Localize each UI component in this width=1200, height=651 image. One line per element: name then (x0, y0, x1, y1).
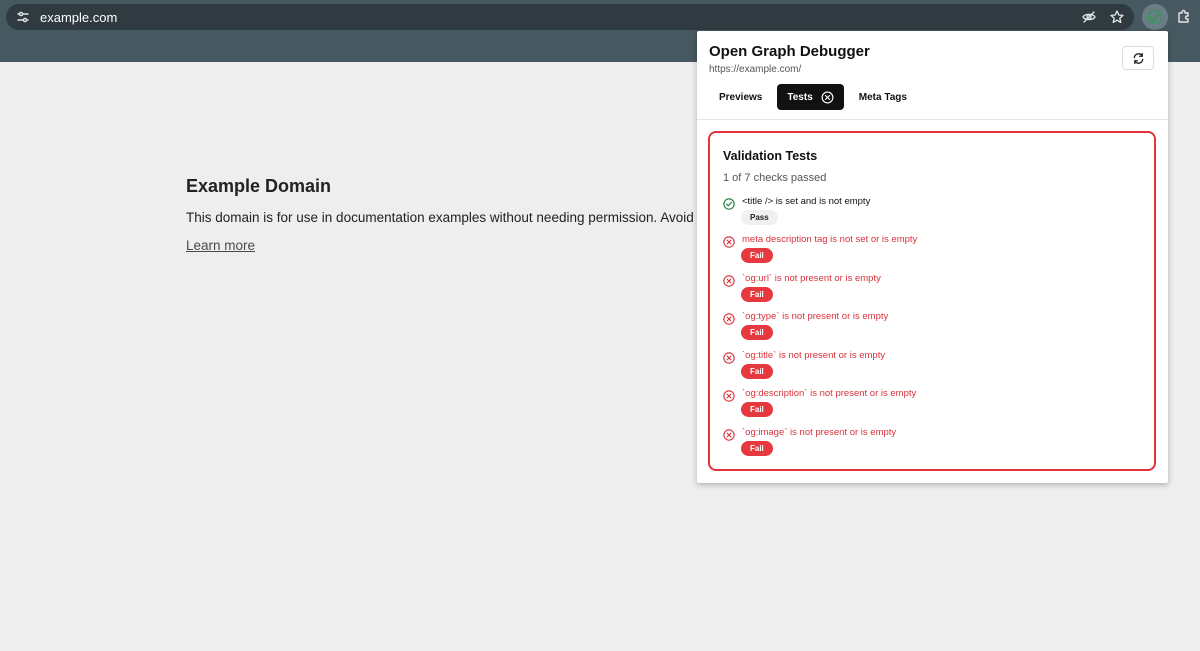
x-circle-icon (723, 312, 735, 325)
status-badge: Fail (741, 364, 773, 379)
tab-meta-tags[interactable]: Meta Tags (849, 84, 917, 110)
x-circle-icon (723, 428, 735, 441)
tab-label: Tests (787, 91, 813, 103)
x-circle-icon (723, 389, 735, 402)
url-text[interactable]: example.com (40, 10, 117, 25)
tune-icon[interactable] (12, 6, 34, 28)
status-badge: Pass (741, 210, 778, 225)
check-text: `og:type` is not present or is empty (742, 311, 889, 322)
check-text: `og:title` is not present or is empty (742, 350, 886, 361)
page-heading: Example Domain (186, 176, 332, 196)
x-circle-icon (723, 235, 735, 248)
open-graph-extension-icon[interactable] (1142, 4, 1168, 30)
check-text: `og:image` is not present or is empty (742, 427, 897, 438)
validation-tests-card: Validation Tests 1 of 7 checks passed <t… (708, 131, 1156, 471)
page-paragraph: This domain is for use in documentation … (186, 210, 720, 225)
tab-label: Meta Tags (858, 91, 907, 103)
card-title: Validation Tests (723, 149, 818, 163)
puzzle-icon[interactable] (1173, 6, 1195, 28)
status-badge: Fail (741, 325, 773, 340)
status-badge: Fail (741, 441, 773, 456)
eye-off-icon[interactable] (1078, 6, 1100, 28)
x-circle-icon (821, 91, 834, 104)
tab-label: Previews (719, 91, 763, 103)
status-badge: Fail (741, 287, 773, 302)
tab-previews[interactable]: Previews (709, 84, 772, 110)
tab-tests[interactable]: Tests (777, 84, 844, 110)
refresh-icon (1132, 52, 1145, 65)
learn-more-link[interactable]: Learn more (186, 238, 255, 253)
star-icon[interactable] (1106, 6, 1128, 28)
checks-summary: 1 of 7 checks passed (723, 172, 827, 184)
check-text: `og:url` is not present or is empty (742, 273, 881, 284)
open-graph-debugger-popup: Open Graph Debugger https://example.com/… (697, 31, 1168, 483)
check-text: <title /> is set and is not empty (742, 196, 871, 207)
status-badge: Fail (741, 402, 773, 417)
x-circle-icon (723, 351, 735, 364)
popup-title: Open Graph Debugger (709, 43, 870, 60)
check-circle-icon (723, 197, 735, 210)
check-text: meta description tag is not set or is em… (742, 234, 918, 245)
tab-bar: Previews Tests Meta Tags (709, 84, 917, 110)
status-badge: Fail (741, 248, 773, 263)
popup-url: https://example.com/ (709, 64, 802, 75)
divider (697, 119, 1168, 120)
check-text: `og:description` is not present or is em… (742, 388, 917, 399)
x-circle-icon (723, 274, 735, 287)
refresh-button[interactable] (1122, 46, 1154, 70)
address-bar[interactable]: example.com (6, 4, 1134, 30)
